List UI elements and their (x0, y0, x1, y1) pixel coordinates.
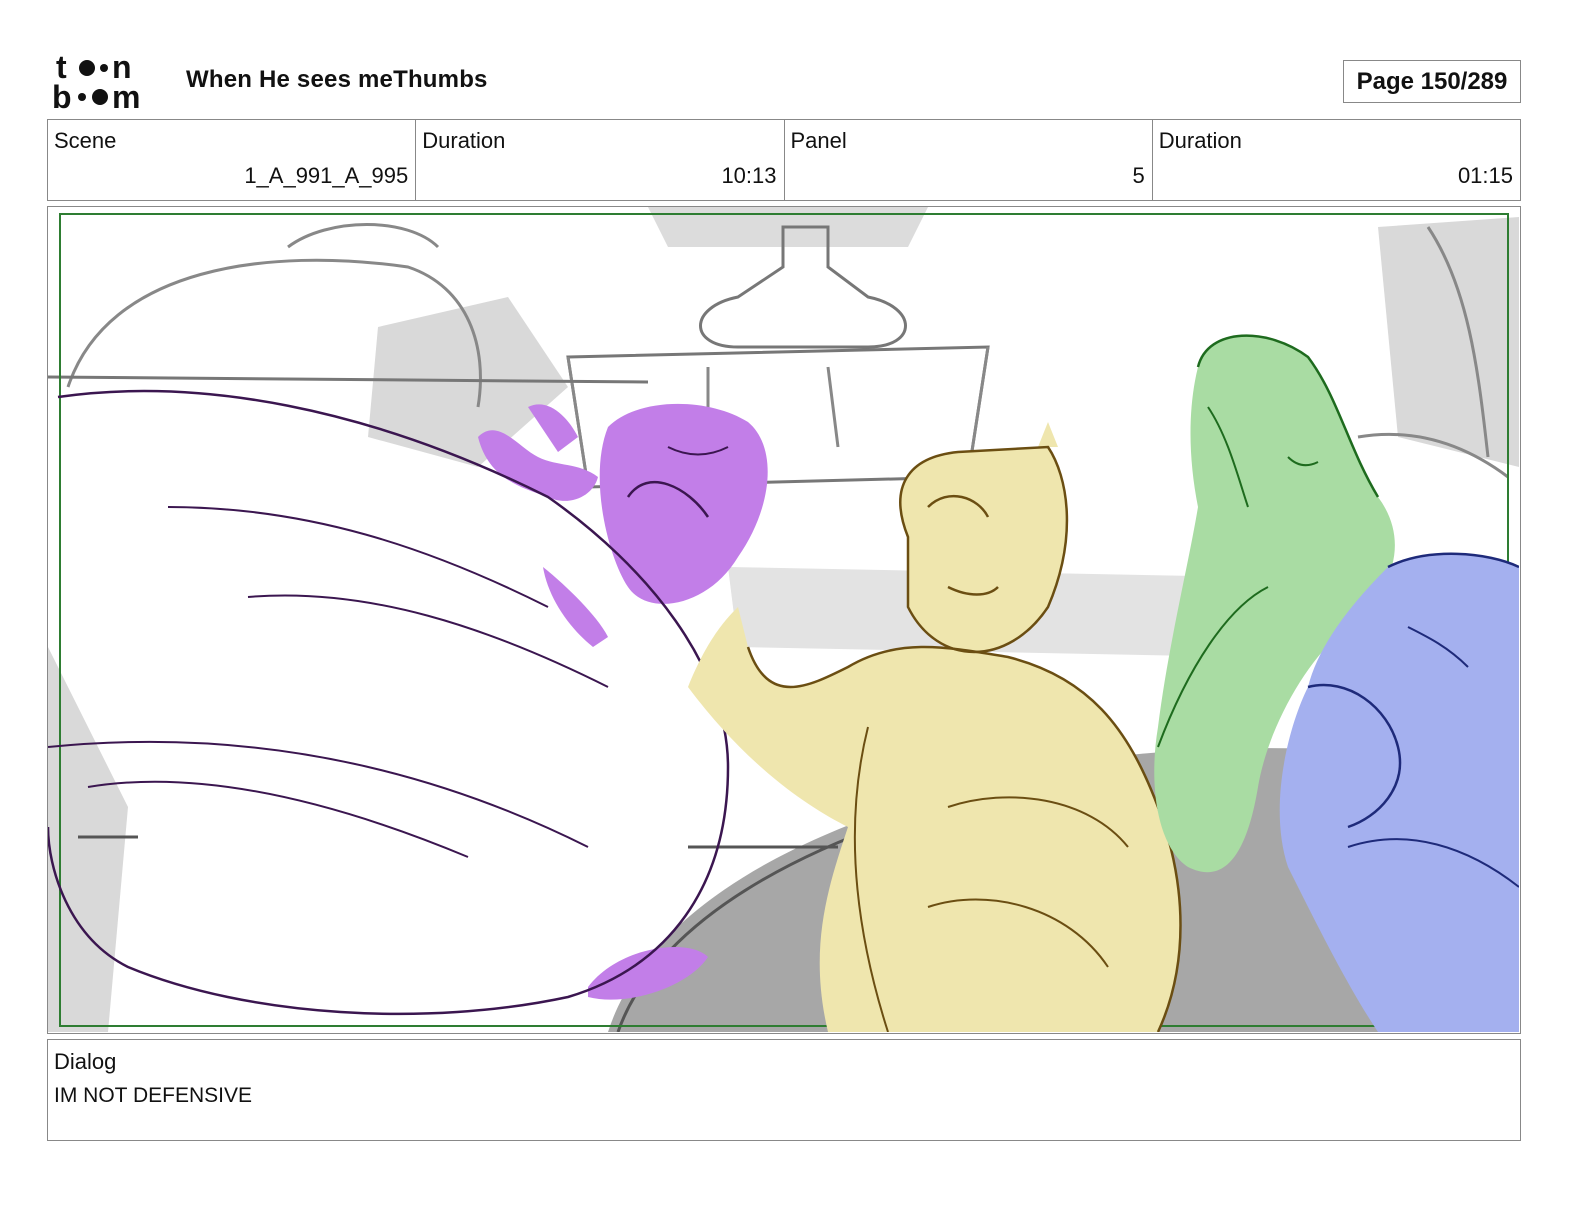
panel-sketch (48, 207, 1519, 1032)
panel-duration-label: Duration (1158, 128, 1242, 153)
svg-text:b: b (52, 79, 72, 114)
scene-label: Scene (54, 128, 117, 153)
project-title: When He sees meThumbs (186, 66, 488, 93)
toon-boom-logo: t n b m (50, 49, 166, 115)
scene-duration-value: 10:13 (721, 163, 777, 188)
panel-value: 5 (1132, 163, 1145, 188)
page-number: Page 150/289 (1343, 60, 1521, 103)
panel-duration-cell: Duration 01:15 (1153, 120, 1520, 200)
scene-duration-cell: Duration 10:13 (416, 120, 785, 200)
panel-label: Panel (790, 128, 847, 153)
storyboard-panel (47, 206, 1521, 1034)
logo-mark: t n b m (52, 49, 140, 115)
panel-duration-value: 01:15 (1457, 163, 1513, 188)
scene-duration-label: Duration (422, 128, 506, 153)
scene-value: 1_A_991_A_995 (244, 163, 409, 188)
dialog-text: IM NOT DEFENSIVE (54, 1084, 252, 1107)
scene-cell: Scene 1_A_991_A_995 (48, 120, 417, 200)
panel-cell: Panel 5 (785, 120, 1153, 200)
dialog-box: Dialog IM NOT DEFENSIVE (47, 1039, 1521, 1141)
svg-text:m: m (112, 79, 140, 114)
scene-info-table: Scene 1_A_991_A_995 Duration 10:13 Panel… (47, 119, 1521, 201)
dialog-label: Dialog (54, 1049, 117, 1074)
